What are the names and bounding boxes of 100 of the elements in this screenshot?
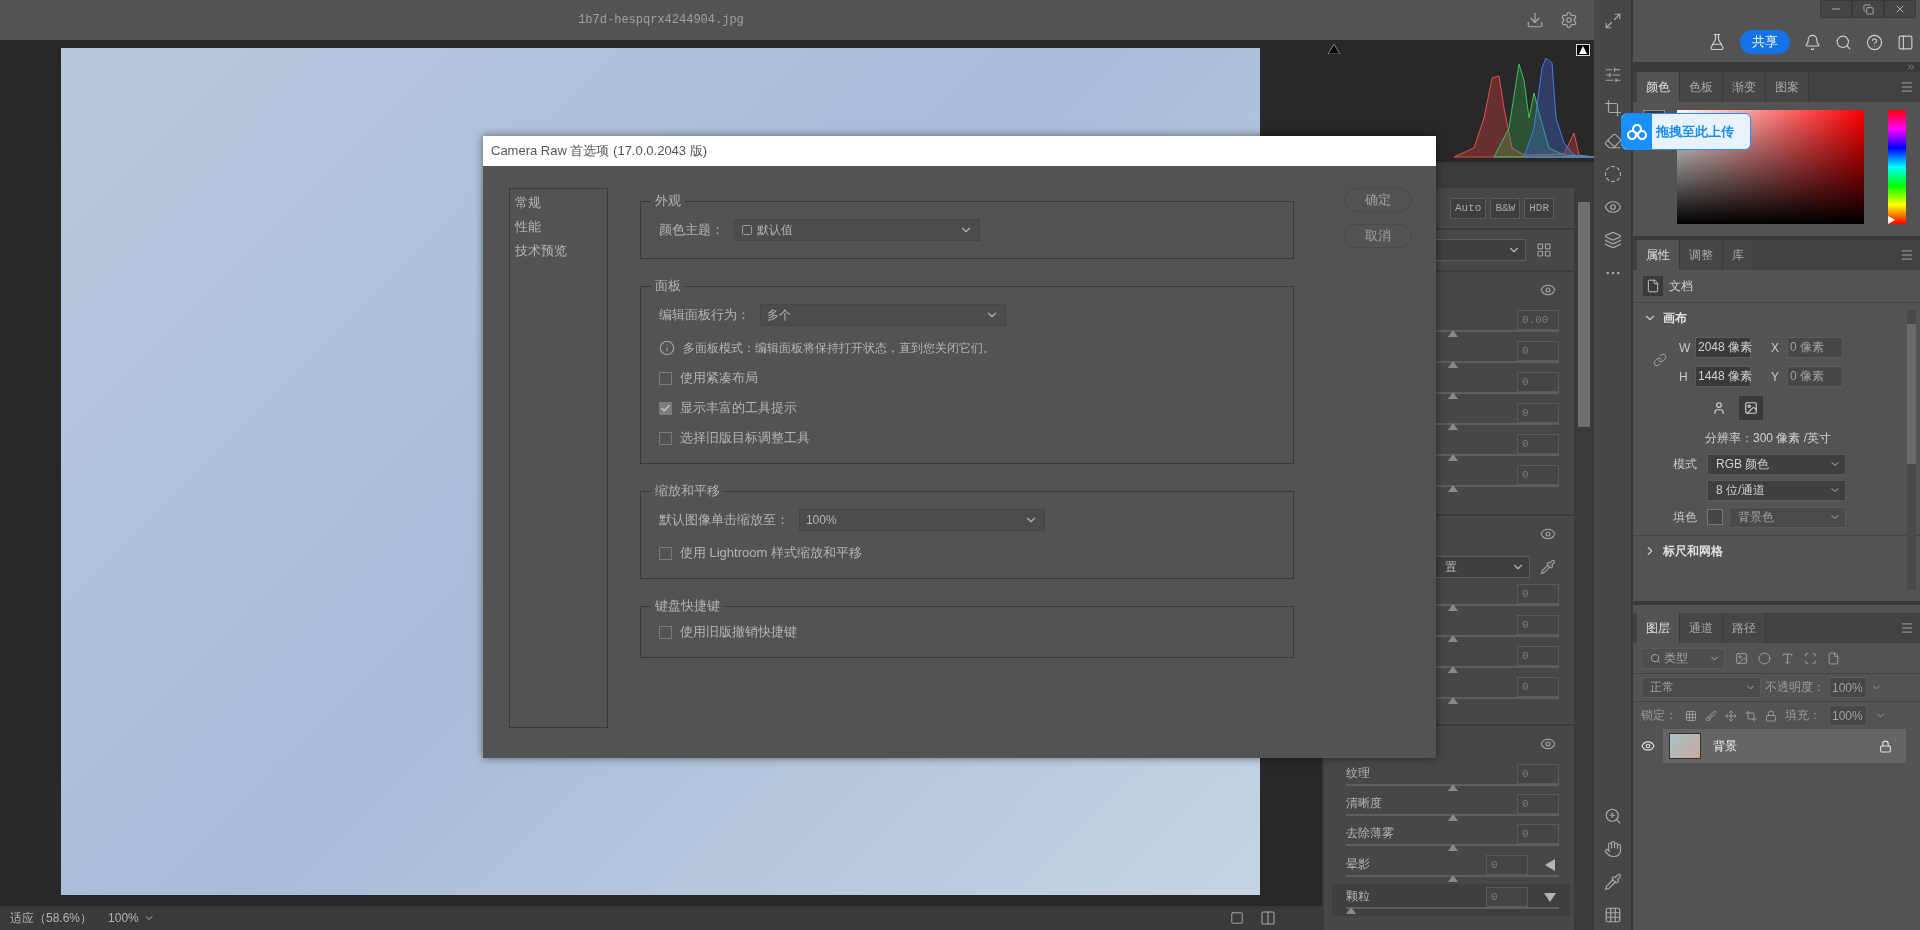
artboard-icon[interactable] <box>1745 709 1757 722</box>
help-icon[interactable] <box>1866 33 1883 51</box>
close-button[interactable] <box>1884 0 1916 18</box>
profile-button[interactable]: HDR <box>1524 197 1554 219</box>
caret-icon[interactable] <box>1544 858 1556 871</box>
layer-row[interactable]: 背景 <box>1663 729 1906 763</box>
visibility-icon[interactable] <box>1641 739 1657 753</box>
panel-tab[interactable]: 库 <box>1723 240 1754 270</box>
slider-thumb[interactable] <box>1447 783 1458 791</box>
browse-profiles-icon[interactable] <box>1536 242 1552 258</box>
blend-mode-dropdown[interactable]: 正常 <box>1641 677 1761 698</box>
slider-thumb[interactable] <box>1447 330 1458 337</box>
panel-tab[interactable]: 图层 <box>1637 613 1680 643</box>
eye-correction-icon[interactable] <box>1603 198 1622 216</box>
y-field[interactable]: 0 像素 <box>1787 366 1843 387</box>
cancel-button[interactable]: 取消 <box>1344 224 1412 248</box>
crop-icon[interactable] <box>1603 99 1622 117</box>
slider-thumb[interactable] <box>1447 604 1458 611</box>
slider-thumb[interactable] <box>1447 666 1458 673</box>
link-icon[interactable] <box>1653 353 1667 367</box>
panel-tab[interactable]: 颜色 <box>1637 72 1680 102</box>
checkbox[interactable] <box>658 371 672 385</box>
minimize-button[interactable] <box>1820 0 1852 18</box>
expand-icon[interactable] <box>1603 12 1622 30</box>
restore-button[interactable] <box>1852 0 1884 18</box>
save-icon[interactable] <box>1526 11 1544 29</box>
bell-icon[interactable] <box>1804 33 1821 51</box>
profile-button[interactable]: B&W <box>1490 197 1521 219</box>
slider-thumb[interactable] <box>1447 454 1458 461</box>
pixel-filter-icon[interactable] <box>1735 651 1748 665</box>
smart-object-filter-icon[interactable] <box>1827 651 1840 665</box>
search-icon[interactable] <box>1835 33 1852 51</box>
panel-tab[interactable]: 色板 <box>1680 72 1723 102</box>
panel-tab[interactable]: 调整 <box>1680 240 1723 270</box>
menu-icon[interactable] <box>1900 80 1914 94</box>
width-field[interactable]: 2048 像素 <box>1695 337 1751 358</box>
depth-dropdown[interactable]: 8 位/通道 <box>1707 479 1846 501</box>
profile-button[interactable]: Auto <box>1449 197 1487 219</box>
clipping-icon[interactable] <box>1328 44 1340 54</box>
panel-tab[interactable]: 属性 <box>1637 240 1680 270</box>
brush-icon[interactable] <box>1705 709 1717 722</box>
grid-icon[interactable] <box>1603 906 1622 924</box>
slider-thumb[interactable] <box>1447 485 1458 492</box>
opacity-field[interactable]: 100% <box>1829 677 1867 698</box>
fill-swatch[interactable] <box>1707 509 1723 525</box>
slider-thumb[interactable] <box>1447 392 1458 399</box>
checkbox[interactable] <box>658 546 672 560</box>
filter-dropdown[interactable]: 类型 <box>1641 647 1725 669</box>
eyedropper-icon[interactable] <box>1603 873 1622 891</box>
menu-icon[interactable] <box>1900 621 1914 635</box>
collapse-icon[interactable] <box>1906 62 1916 72</box>
hue-thumb[interactable] <box>1888 216 1896 224</box>
dropdown[interactable]: 多个 <box>759 304 1006 326</box>
visibility-icon[interactable] <box>1540 526 1556 542</box>
checkbox[interactable] <box>658 625 672 639</box>
share-button[interactable]: 共享 <box>1740 30 1790 54</box>
dropdown[interactable]: 默认值 <box>733 219 980 241</box>
hue-slider[interactable] <box>1888 110 1906 224</box>
visibility-icon[interactable] <box>1540 282 1556 298</box>
sliders-icon[interactable] <box>1603 66 1622 84</box>
landscape-button[interactable] <box>1739 396 1763 420</box>
panel-tab[interactable]: 图案 <box>1766 72 1809 102</box>
compare-view-icon[interactable] <box>1260 910 1276 926</box>
eraser-icon[interactable] <box>1603 132 1622 150</box>
hand-icon[interactable] <box>1603 840 1622 858</box>
lock-icon[interactable] <box>1879 739 1892 753</box>
panel-tab[interactable]: 通道 <box>1680 613 1723 643</box>
zoom-dropdown[interactable]: 100% <box>108 911 155 925</box>
slider[interactable] <box>1346 904 1559 914</box>
mode-dropdown[interactable]: RGB 颜色 <box>1707 453 1846 475</box>
dropdown[interactable]: 100% <box>798 509 1045 531</box>
flask-icon[interactable] <box>1708 33 1726 51</box>
zoom-fit-label[interactable]: 适应（58.6%） <box>10 909 93 927</box>
checkbox[interactable] <box>658 401 672 415</box>
upload-toast[interactable]: 拖拽至此上传 <box>1621 113 1751 150</box>
slider-thumb[interactable] <box>1447 361 1458 368</box>
adjustment-filter-icon[interactable] <box>1758 651 1771 665</box>
slider-thumb[interactable] <box>1346 906 1356 914</box>
category-item[interactable]: 常规 <box>513 193 604 213</box>
panel-tab[interactable]: 渐变 <box>1723 72 1766 102</box>
shape-filter-icon[interactable] <box>1804 651 1817 665</box>
slider-thumb[interactable] <box>1447 423 1458 430</box>
lock-icon[interactable] <box>1765 709 1777 722</box>
zoom-icon[interactable] <box>1603 807 1622 825</box>
ok-button[interactable]: 确定 <box>1344 188 1412 212</box>
visibility-icon[interactable] <box>1540 736 1556 752</box>
presets-icon[interactable] <box>1603 231 1622 249</box>
workspace-icon[interactable] <box>1897 33 1914 51</box>
single-view-icon[interactable] <box>1230 911 1244 925</box>
panel-tab[interactable]: 路径 <box>1723 613 1766 643</box>
x-field[interactable]: 0 像素 <box>1787 337 1843 358</box>
category-item[interactable]: 性能 <box>513 217 604 237</box>
type-filter-icon[interactable] <box>1781 651 1794 665</box>
eyedropper-icon[interactable] <box>1540 559 1556 575</box>
lock-pixels-icon[interactable] <box>1685 709 1697 722</box>
scrollbar[interactable] <box>1907 310 1916 590</box>
menu-icon[interactable] <box>1900 248 1914 262</box>
category-item[interactable]: 技术预览 <box>513 241 604 261</box>
caret-icon[interactable] <box>1544 890 1556 903</box>
move-icon[interactable] <box>1725 709 1737 722</box>
